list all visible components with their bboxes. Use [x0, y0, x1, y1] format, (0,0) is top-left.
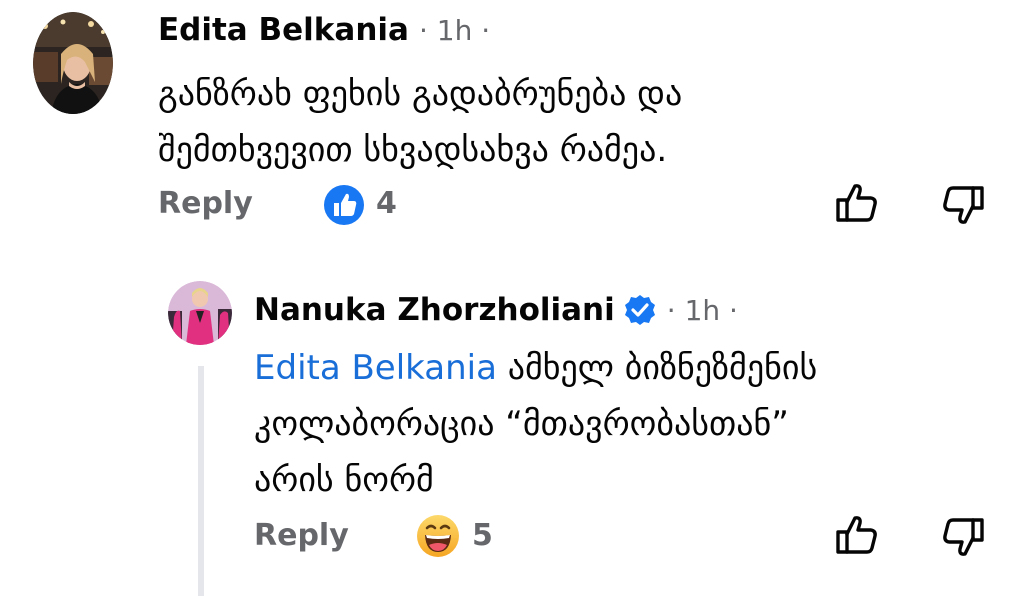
comment-thread: Edita Belkania · 1h · განზრახ ფეხის გადა…	[0, 0, 1024, 596]
like-reaction-icon[interactable]	[323, 184, 365, 226]
comment-header: Edita Belkania · 1h ·	[158, 12, 490, 48]
thumbs-up-icon[interactable]	[834, 512, 880, 558]
thumbs-down-icon[interactable]	[940, 514, 986, 560]
comment-header: Nanuka Zhorzholiani · 1h ·	[254, 292, 738, 328]
separator-dot: ·	[418, 13, 428, 47]
comment-line: კოლაბორაცია “მთავრობასთან”	[254, 404, 789, 444]
avatar-edita[interactable]	[33, 12, 113, 115]
author-name[interactable]: Nanuka Zhorzholiani	[254, 292, 615, 328]
comment-line: Edita Belkania ამხელ ბიზნეზმენის	[254, 340, 817, 396]
thumbs-up-icon[interactable]	[834, 180, 880, 226]
comment-text: ამხელ ბიზნეზმენის	[496, 348, 818, 388]
comment-line: შემთხვევით სხვადსახვა რამეა.	[158, 130, 668, 170]
separator-dot: ·	[729, 293, 738, 327]
author-name[interactable]: Edita Belkania	[158, 12, 409, 48]
separator-dot: ·	[666, 293, 676, 327]
thumbs-down-icon[interactable]	[940, 182, 986, 228]
comment-body: Edita Belkania ამხელ ბიზნეზმენის კოლაბორ…	[254, 340, 817, 508]
reply-button[interactable]: Reply	[158, 186, 253, 221]
avatar-nanuka[interactable]	[168, 281, 232, 345]
reaction-count[interactable]: 5	[472, 518, 493, 553]
comment-line: არის ნორმ	[254, 460, 434, 500]
timestamp: · 1h ·	[667, 294, 738, 327]
verified-badge-icon	[623, 293, 657, 327]
mention-link[interactable]: Edita Belkania	[254, 348, 497, 388]
haha-reaction-icon[interactable]	[416, 514, 460, 558]
separator-dot: ·	[481, 13, 491, 47]
comment-body: განზრახ ფეხის გადაბრუნება და შემთხვევით …	[158, 66, 682, 178]
thread-line	[198, 366, 204, 596]
timestamp: · 1h ·	[419, 14, 490, 47]
reaction-count[interactable]: 4	[376, 186, 397, 221]
reply-button[interactable]: Reply	[254, 518, 349, 553]
time-label[interactable]: 1h	[685, 294, 721, 327]
time-label[interactable]: 1h	[437, 14, 473, 47]
comment-line: განზრახ ფეხის გადაბრუნება და	[158, 74, 683, 114]
